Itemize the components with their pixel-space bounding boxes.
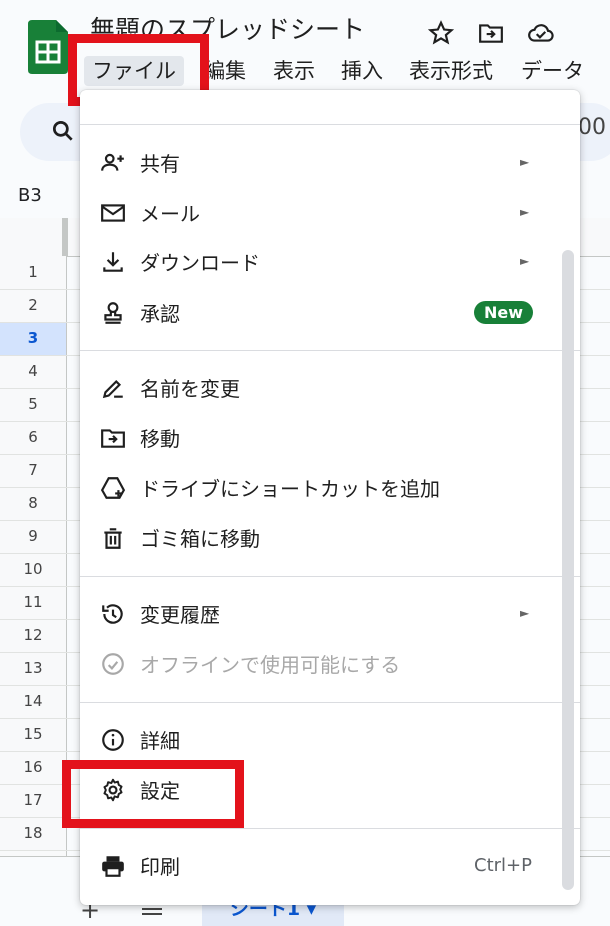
person-add-icon (100, 150, 126, 176)
menu-item-label: メール (140, 201, 200, 226)
menu-item-label: 名前を変更 (140, 376, 240, 401)
menu-separator (80, 576, 580, 577)
approval-stamp-icon (100, 300, 126, 326)
search-menus-icon[interactable] (50, 118, 76, 144)
drive-shortcut-icon (100, 475, 126, 501)
menu-item-label: 承認 (140, 301, 180, 326)
move-folder-icon[interactable] (478, 20, 504, 46)
trash-icon (100, 525, 126, 551)
highlight-box-settings (62, 760, 244, 828)
menu-item-label: 詳細 (140, 728, 180, 753)
menu-separator (80, 350, 580, 351)
menu-item-details[interactable]: 詳細 (80, 716, 580, 762)
menu-separator (80, 828, 580, 829)
download-icon (100, 249, 126, 275)
menu-item-label: ゴミ箱に移動 (140, 526, 260, 551)
star-icon[interactable] (428, 20, 454, 46)
freeze-handle[interactable] (62, 218, 68, 256)
menu-item-label: 移動 (140, 426, 180, 451)
shortcut-label: Ctrl+P (474, 854, 532, 876)
menu-edit[interactable]: 編集 (204, 56, 246, 86)
menu-item-rename[interactable]: 名前を変更 (80, 364, 580, 410)
zoom-value[interactable]: 00 (578, 115, 606, 140)
menu-item-move[interactable]: 移動 (80, 414, 580, 460)
menu-separator (80, 124, 580, 125)
menu-item-label: オフラインで使用可能にする (140, 652, 401, 677)
menu-item-offline: オフラインで使用可能にする (80, 640, 580, 686)
menu-item-download[interactable]: ダウンロード ► (80, 238, 580, 284)
submenu-arrow-icon: ► (520, 254, 530, 268)
menu-item-share[interactable]: 共有 ► (80, 139, 580, 185)
menu-data[interactable]: データ (521, 56, 584, 86)
move-folder-icon (100, 425, 126, 451)
menu-item-label: 共有 (140, 151, 180, 176)
menu-item-label: 変更履歴 (140, 602, 220, 627)
mail-icon (100, 200, 126, 226)
menu-item-label: ダウンロード (140, 250, 260, 275)
print-icon (100, 853, 126, 879)
menu-scrollbar[interactable] (562, 250, 574, 890)
submenu-arrow-icon: ► (520, 205, 530, 219)
history-icon (100, 601, 126, 627)
menu-separator (80, 702, 580, 703)
name-box[interactable]: B3 (0, 176, 78, 216)
menu-item-approvals[interactable]: 承認 New (80, 289, 580, 335)
info-icon (100, 727, 126, 753)
sheets-logo-icon[interactable] (28, 20, 68, 74)
submenu-arrow-icon: ► (520, 155, 530, 169)
menu-item-label: ドライブにショートカットを追加 (140, 476, 440, 501)
menu-item-add-shortcut[interactable]: ドライブにショートカットを追加 (80, 464, 580, 510)
submenu-arrow-icon: ► (520, 606, 530, 620)
menu-format[interactable]: 表示形式 (409, 56, 493, 86)
new-badge: New (474, 300, 534, 324)
menu-item-version-history[interactable]: 変更履歴 ► (80, 590, 580, 636)
rename-icon (100, 375, 126, 401)
menu-item-email[interactable]: メール ► (80, 189, 580, 235)
menu-insert[interactable]: 挿入 (341, 56, 383, 86)
menu-view[interactable]: 表示 (273, 56, 315, 86)
menu-item-print[interactable]: 印刷 Ctrl+P (80, 842, 580, 888)
offline-icon (100, 651, 126, 677)
menu-item-trash[interactable]: ゴミ箱に移動 (80, 514, 580, 560)
menu-item-label: 印刷 (140, 854, 180, 879)
cloud-saved-icon[interactable] (527, 20, 554, 46)
